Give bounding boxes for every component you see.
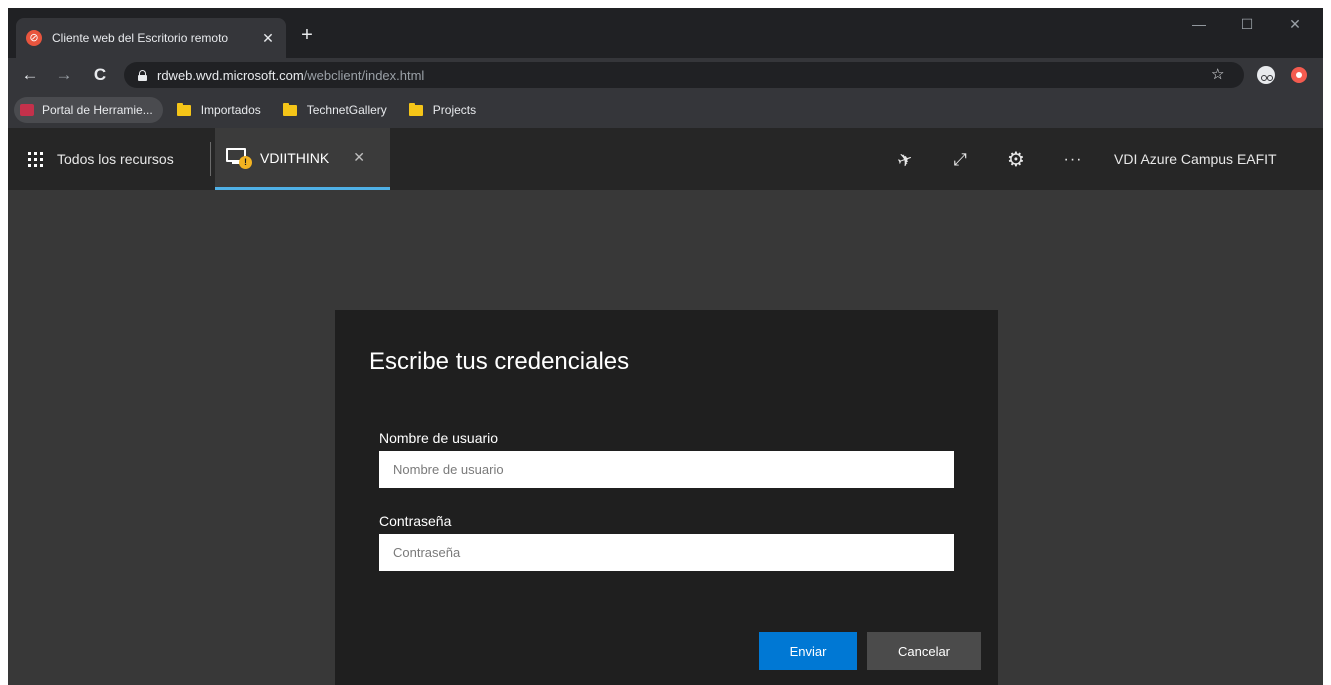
bookmark-label: Importados (200, 103, 261, 117)
bookmark-technetgallery[interactable]: TechnetGallery (275, 97, 395, 123)
profile-incognito-icon[interactable] (1257, 66, 1275, 84)
browser-tab-title: Cliente web del Escritorio remoto (52, 31, 229, 45)
extension-icon[interactable] (1291, 67, 1307, 83)
lock-icon[interactable] (138, 69, 147, 81)
session-tab-vdiithink[interactable]: ! VDIITHINK ✕ (215, 128, 390, 190)
bookmark-label: TechnetGallery (306, 103, 387, 117)
url-host: rdweb.wvd.microsoft.com (157, 67, 304, 83)
session-close-icon[interactable]: ✕ (353, 149, 365, 166)
folder-icon (282, 102, 297, 116)
new-tab-button[interactable]: + (295, 23, 319, 47)
remote-desktop-favicon-icon: ⊘ (26, 30, 42, 46)
remote-desktop-warning-icon: ! (226, 145, 254, 171)
all-resources-label: Todos los recursos (57, 151, 174, 167)
bookmark-projects[interactable]: Projects (401, 97, 484, 123)
workspace-name: VDI Azure Campus EAFIT (1114, 151, 1277, 167)
more-icon[interactable]: ··· (1060, 147, 1086, 173)
tab-divider (210, 142, 211, 176)
credentials-dialog: Escribe tus credenciales Nombre de usuar… (335, 310, 998, 685)
warning-badge: ! (239, 155, 252, 169)
portal-favicon-icon (20, 104, 34, 116)
browser-window: ⊘ Cliente web del Escritorio remoto ✕ + … (8, 8, 1323, 685)
dialog-title: Escribe tus credenciales (369, 348, 630, 375)
back-arrow-icon[interactable]: ← (18, 63, 42, 87)
folder-icon (408, 102, 423, 116)
bookmarks-bar: Portal de Herramie... Importados Technet… (8, 92, 1323, 128)
window-minimize-button[interactable]: — (1184, 12, 1214, 36)
forward-arrow-icon[interactable]: → (52, 63, 76, 87)
fullscreen-icon[interactable]: ⤢ (947, 147, 973, 173)
rd-session-canvas: Escribe tus credenciales Nombre de usuar… (8, 190, 1323, 685)
window-maximize-button[interactable]: ☐ (1232, 12, 1262, 36)
cancel-button[interactable]: Cancelar (867, 632, 981, 670)
address-bar[interactable]: rdweb.wvd.microsoft.com/webclient/index.… (124, 62, 1244, 88)
password-label: Contraseña (379, 513, 452, 529)
browser-toolbar: ← → C rdweb.wvd.microsoft.com/webclient/… (8, 58, 1323, 92)
bookmark-label: Portal de Herramie... (42, 103, 153, 117)
pin-icon[interactable]: ✈ (888, 143, 921, 176)
all-resources-tab[interactable]: Todos los recursos (8, 128, 204, 190)
bookmark-star-icon[interactable]: ☆ (1211, 63, 1224, 87)
submit-button[interactable]: Enviar (759, 632, 857, 670)
bookmark-label: Projects (432, 103, 477, 117)
password-input[interactable] (379, 534, 954, 571)
window-close-button[interactable]: ✕ (1280, 12, 1310, 36)
bookmark-importados[interactable]: Importados (169, 97, 269, 123)
browser-tabstrip: ⊘ Cliente web del Escritorio remoto ✕ + … (8, 8, 1323, 58)
apps-grid-icon (28, 151, 43, 167)
rd-client-bar: Todos los recursos ! VDIITHINK ✕ ✈ ⤢ ⚙ ·… (8, 128, 1323, 190)
folder-icon (176, 102, 191, 116)
username-input[interactable] (379, 451, 954, 488)
reload-icon[interactable]: C (88, 63, 112, 87)
session-tab-label: VDIITHINK (260, 149, 330, 166)
tab-close-icon[interactable]: ✕ (260, 30, 276, 47)
url-path: /webclient/index.html (303, 67, 425, 83)
gear-icon[interactable]: ⚙ (1003, 147, 1029, 173)
username-label: Nombre de usuario (379, 430, 499, 446)
browser-tab-active[interactable]: ⊘ Cliente web del Escritorio remoto ✕ (16, 18, 286, 58)
bookmark-portal[interactable]: Portal de Herramie... (14, 97, 163, 123)
